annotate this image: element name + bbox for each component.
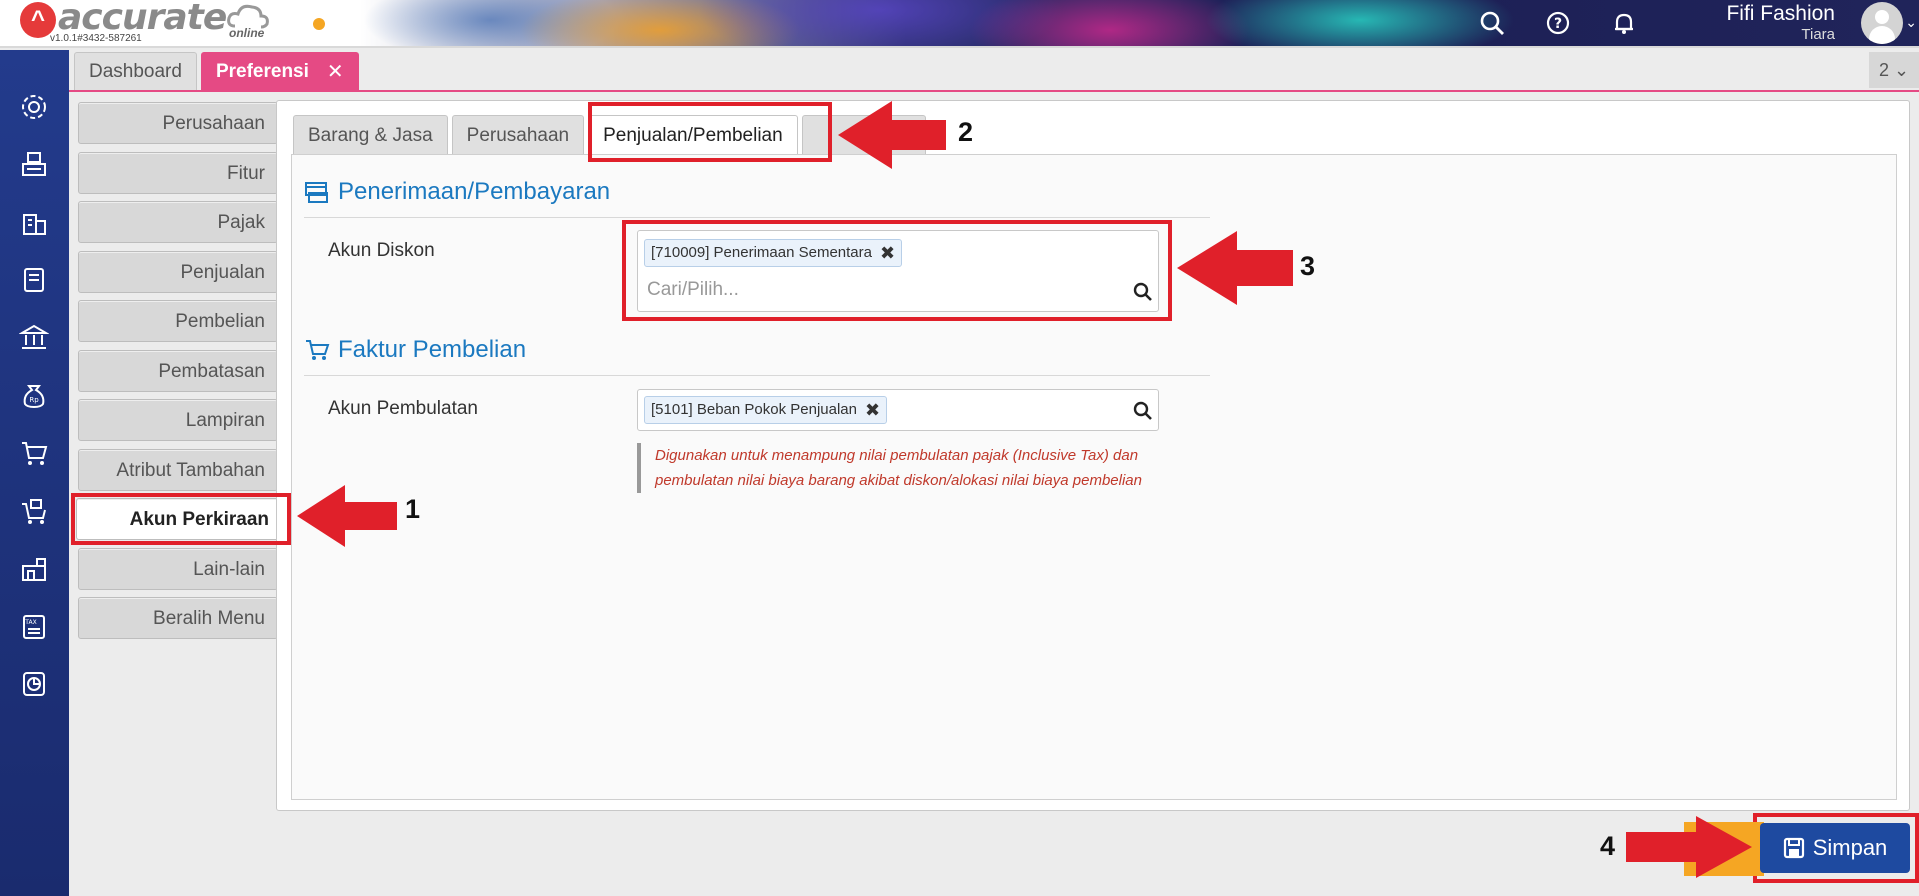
close-icon[interactable]: ✕ [327,53,344,91]
side-item-pembatasan[interactable]: Pembatasan [78,350,278,392]
chip-label: [710009] Penerimaan Sementara [651,244,872,261]
tab-penjualan-pembelian[interactable]: Penjualan/Pembelian [588,115,798,156]
report-chart-icon[interactable] [17,667,51,701]
side-item-pajak[interactable]: Pajak [78,201,278,243]
section-title-text: Faktur Pembelian [338,336,527,363]
akun-pembulatan-label: Akun Pembulatan [328,398,478,419]
save-button[interactable]: Simpan [1760,823,1910,873]
divider [304,375,1210,376]
divider [304,217,1210,218]
step-label: 3 [1300,251,1316,281]
logo-online: online [229,26,265,40]
tab-barang-jasa[interactable]: Barang & Jasa [293,115,448,154]
user-name: Tiara [1801,26,1835,43]
tab-hidden[interactable] [801,115,926,154]
svg-text:TAX: TAX [24,619,36,626]
user-menu[interactable]: Fifi Fashion Tiara [1726,2,1835,44]
akun-diskon-select[interactable]: [710009] Penerimaan Sementara ✖ Cari/Pil… [637,230,1159,312]
tab-preferensi-label: Preferensi [215,60,309,82]
section-title-faktur: Faktur Pembelian [304,336,526,364]
company-name: Fifi Fashion [1726,2,1835,25]
side-item-fitur[interactable]: Fitur [78,152,278,194]
svg-text:Rp: Rp [29,396,39,404]
floppy-disk-icon [1783,837,1804,859]
bank-icon[interactable] [17,320,51,354]
side-item-beralih-menu[interactable]: Beralih Menu [78,597,278,639]
svg-text:?: ? [1554,16,1562,32]
cart-icon [306,340,330,360]
settings-icon[interactable] [17,90,51,124]
logo-text: accurate [58,0,227,38]
money-bag-icon[interactable]: Rp [17,378,51,412]
cashier-icon[interactable] [17,147,51,181]
step-label: 2 [958,117,974,147]
remove-icon[interactable]: ✖ [865,397,880,423]
tab-preferensi[interactable]: Preferensi ✕ [200,52,359,91]
document-tabs: Dashboard Preferensi ✕ [74,52,359,90]
search-icon[interactable] [1132,281,1154,303]
side-item-perusahaan[interactable]: Perusahaan [78,102,278,144]
status-dot [313,18,325,30]
tab-dashboard-label: Dashboard [89,61,182,82]
cart-icon[interactable] [17,436,51,470]
section-title-text: Penerimaan/Pembayaran [338,178,611,205]
section-title-penerimaan: Penerimaan/Pembayaran [304,178,610,206]
side-item-atribut-tambahan[interactable]: Atribut Tambahan [78,449,278,491]
remove-icon[interactable]: ✖ [880,240,895,266]
save-button-label: Simpan [1812,835,1888,860]
step-label: 1 [405,494,421,524]
side-item-penjualan[interactable]: Penjualan [78,251,278,293]
app-version: v1.0.1#3432-587261 [50,33,142,44]
bell-icon[interactable] [1609,8,1639,38]
tab-dashboard[interactable]: Dashboard [74,52,197,90]
tab-counter[interactable]: 2 ⌄ [1869,52,1919,88]
chevron-down-icon[interactable]: ⌄ [1905,14,1917,31]
tax-icon[interactable]: TAX [17,610,51,644]
warehouse-icon[interactable] [17,552,51,586]
chip-label: [5101] Beban Pokok Penjualan [651,401,857,418]
orange-highlight [1684,822,1764,876]
building-icon[interactable] [17,205,51,239]
header-artwork [360,0,1919,46]
step-label: 4 [1600,831,1616,861]
avatar[interactable] [1861,2,1903,44]
help-note: Digunakan untuk menampung nilai pembulat… [637,443,1159,493]
side-item-akun-perkiraan[interactable]: Akun Perkiraan [76,498,282,540]
left-nav: Rp TAX [0,50,69,896]
search-icon[interactable] [1477,8,1507,38]
tab-underline [69,90,1919,92]
search-icon[interactable] [1132,400,1154,422]
delivery-cart-icon[interactable] [17,494,51,528]
search-input[interactable]: Cari/Pilih... [647,279,739,301]
payment-icon [305,182,328,203]
selected-chip: [5101] Beban Pokok Penjualan ✖ [644,396,888,424]
help-icon[interactable]: ? [1543,8,1573,38]
side-item-lampiran[interactable]: Lampiran [78,399,278,441]
akun-pembulatan-select[interactable]: [5101] Beban Pokok Penjualan ✖ [637,389,1159,431]
ledger-icon[interactable] [17,263,51,297]
inner-tabs: Barang & Jasa Perusahaan Penjualan/Pembe… [293,115,926,156]
side-item-pembelian[interactable]: Pembelian [78,300,278,342]
selected-chip: [710009] Penerimaan Sementara ✖ [644,239,903,267]
tab-perusahaan[interactable]: Perusahaan [451,115,585,154]
top-bar: ^ accurate v1.0.1#3432-587261 online ? F… [0,0,1919,48]
side-item-lain-lain[interactable]: Lain-lain [78,548,278,590]
akun-diskon-label: Akun Diskon [328,240,435,261]
